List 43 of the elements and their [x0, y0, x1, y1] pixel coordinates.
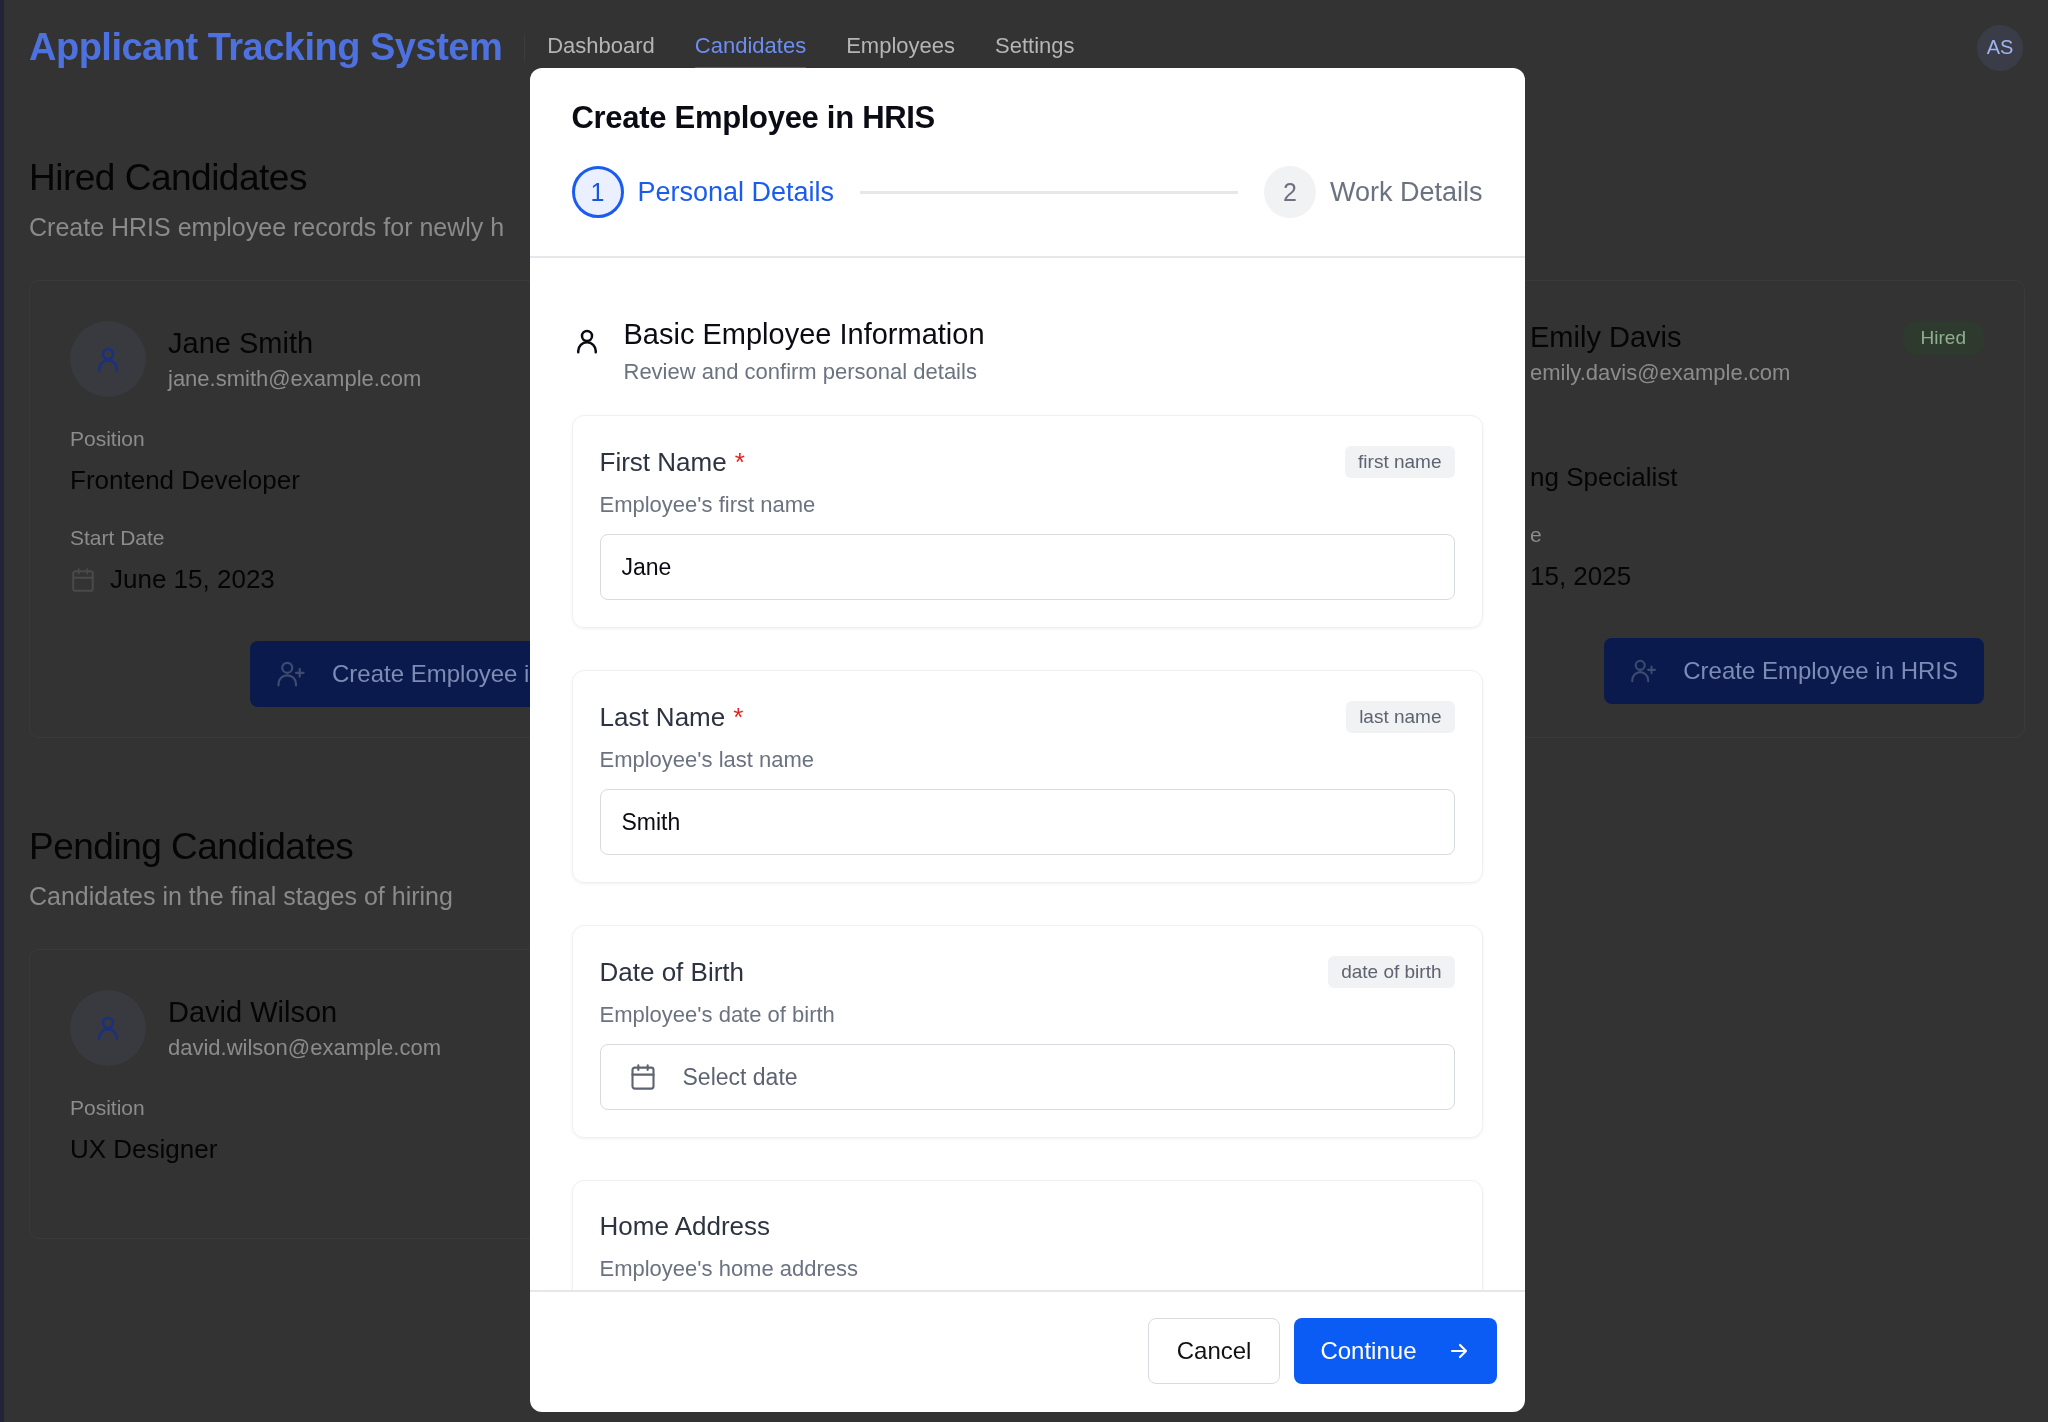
field-label: Position: [70, 427, 145, 451]
section-subtitle: Create HRIS employee records for newly h: [29, 213, 505, 242]
date-placeholder: Select date: [682, 1063, 798, 1091]
section-title: Basic Employee Information: [623, 318, 985, 351]
field-hint: Employee's last name: [599, 747, 816, 773]
required-mark: *: [733, 701, 744, 732]
step-label[interactable]: Work Details: [1329, 176, 1483, 208]
field-hint: Employee's first name: [599, 492, 817, 518]
step-number[interactable]: 1: [571, 166, 624, 218]
field-tag: last name: [1346, 701, 1455, 733]
field-label: First Name *: [599, 446, 745, 478]
candidate-email: emily.davis@example.com: [1530, 360, 1791, 386]
field-label: e: [1530, 523, 1542, 547]
app-title: Applicant Tracking System: [29, 26, 503, 69]
candidate-email: jane.smith@example.com: [168, 365, 422, 392]
date-picker[interactable]: Select date: [599, 1044, 1455, 1110]
field-label: Start Date: [70, 526, 165, 550]
add-user-icon: [276, 659, 306, 689]
nav-link[interactable]: Settings: [995, 25, 1075, 70]
section-subtitle: Review and confirm personal details: [623, 359, 978, 385]
dialog-title: Create Employee in HRIS: [571, 100, 936, 136]
field-tag: date of birth: [1328, 956, 1455, 988]
continue-button[interactable]: Continue: [1294, 1318, 1497, 1384]
field-tag: first name: [1345, 446, 1455, 478]
field-label: Home Address: [599, 1211, 771, 1242]
nav-link[interactable]: Employees: [846, 25, 955, 70]
field-label: Date of Birth: [599, 956, 744, 988]
text-input[interactable]: Jane: [599, 534, 1455, 600]
user-avatar[interactable]: AS: [1977, 24, 2023, 71]
field-hint: Employee's date of birth: [599, 1002, 836, 1028]
text-input[interactable]: Smith: [599, 789, 1455, 855]
status-badge: Hired: [1902, 321, 1984, 355]
section-subtitle: Candidates in the final stages of hiring: [29, 882, 453, 911]
step-label[interactable]: Personal Details: [637, 176, 835, 208]
field-label: Position: [70, 1096, 145, 1120]
candidate-email: david.wilson@example.com: [168, 1034, 441, 1061]
nav-link[interactable]: Dashboard: [547, 25, 655, 70]
cancel-button[interactable]: Cancel: [1147, 1318, 1281, 1384]
create-employee-button[interactable]: Create Employee in HRIS: [1604, 638, 1984, 704]
required-mark: *: [734, 446, 745, 477]
field-hint: Employee's home address: [599, 1256, 860, 1282]
calendar-icon: [628, 1063, 657, 1091]
step-number[interactable]: 2: [1263, 166, 1316, 218]
